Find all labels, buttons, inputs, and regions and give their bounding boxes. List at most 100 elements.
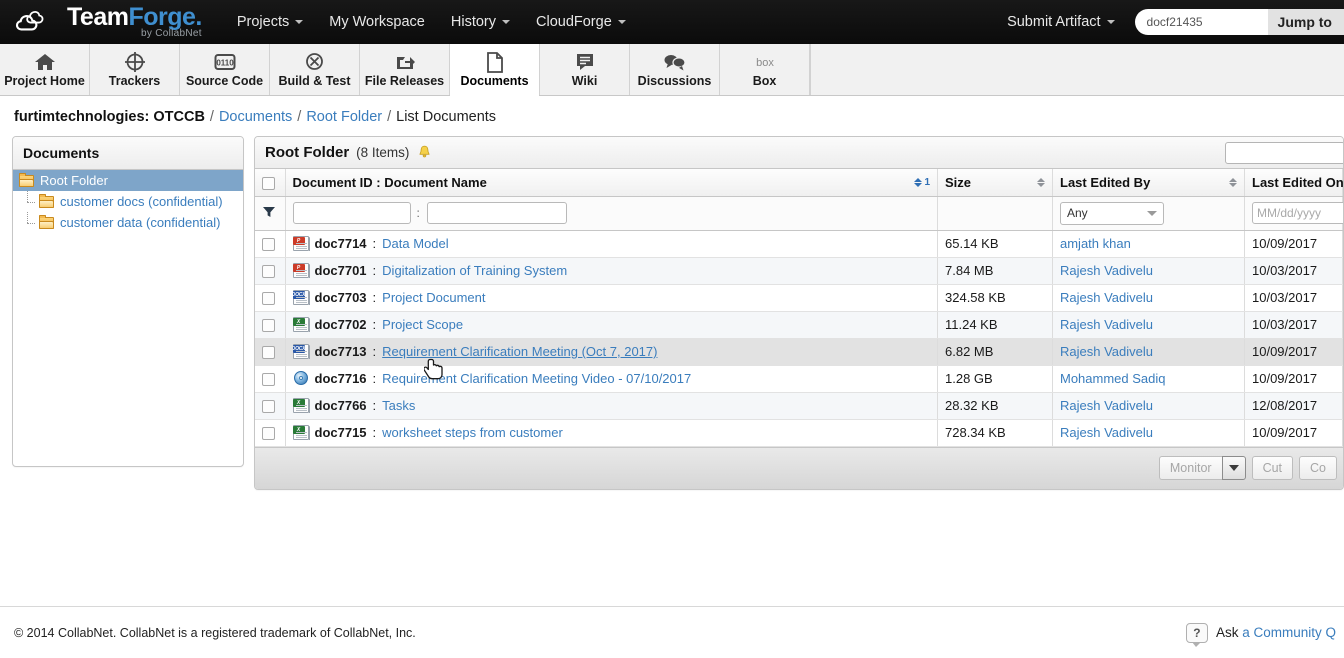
jump-to-button[interactable]: Jump to [1267, 9, 1344, 35]
row-document-name-link[interactable]: Project Document [382, 290, 485, 305]
table-row[interactable]: DOCX doc7703: Project Document 324.58 KB… [255, 284, 1343, 312]
row-document-name-link[interactable]: Tasks [382, 398, 415, 413]
cut-button[interactable]: Cut [1251, 456, 1294, 480]
tab-box-label: Box [752, 74, 777, 88]
row-size-cell: 28.32 KB [937, 392, 1053, 420]
nav-my-workspace[interactable]: My Workspace [316, 8, 438, 36]
teamforge-logo[interactable]: TeamForge. by CollabNet [0, 5, 202, 39]
filter-last-edited-by-select[interactable]: Any [1060, 201, 1164, 225]
table-row[interactable]: X doc7702: Project Scope 11.24 KB Rajesh… [255, 311, 1343, 339]
file-type-excel-icon: X [292, 398, 310, 413]
column-header-name[interactable]: Document ID : Document Name 1 [285, 169, 938, 197]
table-row[interactable]: X doc7715: worksheet steps from customer… [255, 419, 1343, 447]
sort-control-size[interactable] [1037, 177, 1045, 187]
tab-project-home[interactable]: Project Home [0, 44, 90, 95]
tab-wiki[interactable]: Wiki [540, 44, 630, 95]
tree-item-customer-data[interactable]: customer data (confidential) [13, 212, 243, 233]
filter-document-name-input[interactable] [426, 202, 567, 224]
tab-discussions[interactable]: Discussions [630, 44, 720, 95]
help-question-bubble-icon[interactable]: ? [1185, 622, 1208, 647]
tab-documents[interactable]: Documents [450, 44, 540, 96]
column-header-size[interactable]: Size [937, 169, 1053, 197]
row-size: 1.28 GB [945, 371, 993, 386]
breadcrumb-link-root-folder[interactable]: Root Folder [306, 109, 382, 125]
tree-item-root-folder[interactable]: Root Folder [13, 170, 243, 191]
table-row[interactable]: DOCX doc7713: Requirement Clarification … [255, 338, 1343, 366]
jump-to-input[interactable] [1134, 9, 1268, 35]
table-row[interactable]: P doc7714: Data Model 65.14 KB amjath kh… [255, 230, 1343, 258]
row-document-name-link[interactable]: Project Scope [382, 317, 463, 332]
row-document-cell: X doc7715: worksheet steps from customer [285, 419, 938, 447]
row-checkbox[interactable] [262, 319, 275, 333]
nav-history[interactable]: History [438, 8, 523, 36]
file-type-docx-icon: DOCX [292, 344, 310, 359]
row-size-cell: 728.34 KB [937, 419, 1053, 447]
tab-file-releases[interactable]: File Releases [360, 44, 450, 95]
share-arrow-icon [394, 51, 416, 73]
row-document-cell: X doc7702: Project Scope [285, 311, 938, 339]
tree-item-customer-data-label: customer data (confidential) [60, 215, 221, 230]
row-document-name-link[interactable]: Requirement Clarification Meeting (Oct 7… [382, 344, 657, 359]
nav-projects[interactable]: Projects [224, 8, 316, 36]
row-checkbox[interactable] [262, 427, 275, 441]
row-select-cell [255, 392, 286, 420]
folder-icon [39, 193, 54, 208]
table-row[interactable]: X doc7766: Tasks 28.32 KB Rajesh Vadivel… [255, 392, 1343, 420]
row-checkbox[interactable] [262, 373, 275, 387]
sort-control-name[interactable]: 1 [914, 177, 930, 188]
monitor-button[interactable]: Monitor [1158, 456, 1222, 480]
row-size-cell: 11.24 KB [937, 311, 1053, 339]
row-edited-by-link[interactable]: Rajesh Vadivelu [1060, 398, 1153, 413]
submit-artifact-menu[interactable]: Submit Artifact [997, 8, 1124, 36]
ask-community-widget[interactable]: ? Ask a Community Q [1185, 622, 1336, 647]
copy-button[interactable]: Co [1299, 456, 1337, 480]
row-edited-by-link[interactable]: Rajesh Vadivelu [1060, 290, 1153, 305]
row-document-name-link[interactable]: Requirement Clarification Meeting Video … [382, 371, 691, 386]
filter-last-edited-on-input[interactable] [1252, 202, 1343, 224]
row-checkbox[interactable] [262, 400, 275, 414]
row-document-id: doc7716 [314, 371, 367, 386]
row-document-name-link[interactable]: Digitalization of Training System [382, 263, 567, 278]
tab-box[interactable]: box Box [720, 44, 810, 95]
ask-community-link[interactable]: a Community Q [1242, 625, 1336, 640]
panel-search-input[interactable] [1225, 142, 1343, 164]
row-edited-by-link[interactable]: Rajesh Vadivelu [1060, 425, 1153, 440]
row-edited-by-link[interactable]: amjath khan [1060, 236, 1131, 251]
row-document-name-link[interactable]: Data Model [382, 236, 448, 251]
tab-build-test-label: Build & Test [278, 74, 351, 88]
row-edited-by-link[interactable]: Rajesh Vadivelu [1060, 344, 1153, 359]
table-row[interactable]: doc7716: Requirement Clarification Meeti… [255, 365, 1343, 393]
funnel-filter-icon[interactable] [262, 206, 276, 218]
row-edited-on: 12/08/2017 [1252, 398, 1318, 413]
row-checkbox[interactable] [262, 238, 275, 252]
monitor-split-button[interactable]: Monitor [1158, 456, 1246, 480]
tree-item-customer-docs[interactable]: customer docs (confidential) [13, 191, 243, 212]
nav-cloudforge[interactable]: CloudForge [523, 8, 639, 36]
monitor-bell-icon[interactable] [418, 145, 431, 160]
tab-trackers[interactable]: Trackers [90, 44, 180, 95]
chevron-down-icon [1147, 210, 1157, 216]
table-row[interactable]: P doc7701: Digitalization of Training Sy… [255, 257, 1343, 285]
folder-tree: Root Folder customer docs (confidential)… [13, 170, 243, 466]
filter-document-id-input[interactable] [292, 202, 411, 224]
select-all-checkbox[interactable] [262, 176, 275, 190]
tab-build-test[interactable]: Build & Test [270, 44, 360, 95]
row-edited-by-link[interactable]: Mohammed Sadiq [1060, 371, 1166, 386]
column-header-last-edited-by[interactable]: Last Edited By [1052, 169, 1245, 197]
monitor-dropdown-button[interactable] [1221, 456, 1246, 480]
ask-community-text: Ask a Community Q [1216, 625, 1336, 640]
row-edited-by-link[interactable]: Rajesh Vadivelu [1060, 317, 1153, 332]
breadcrumb-separator: / [387, 109, 392, 125]
row-document-name-link[interactable]: worksheet steps from customer [382, 425, 563, 440]
filter-toggle-cell[interactable] [255, 196, 286, 231]
row-checkbox[interactable] [262, 265, 275, 279]
row-checkbox[interactable] [262, 346, 275, 360]
sort-control-last-edited-by[interactable] [1229, 177, 1237, 187]
row-checkbox[interactable] [262, 292, 275, 306]
row-edited-by-cell: Rajesh Vadivelu [1052, 338, 1245, 366]
row-edited-by-link[interactable]: Rajesh Vadivelu [1060, 263, 1153, 278]
column-header-last-edited-on[interactable]: Last Edited On [1244, 169, 1343, 197]
row-edited-on-cell: 10/09/2017 [1244, 365, 1343, 393]
breadcrumb-link-documents[interactable]: Documents [219, 109, 292, 125]
tab-source-code[interactable]: 0110 Source Code [180, 44, 270, 95]
